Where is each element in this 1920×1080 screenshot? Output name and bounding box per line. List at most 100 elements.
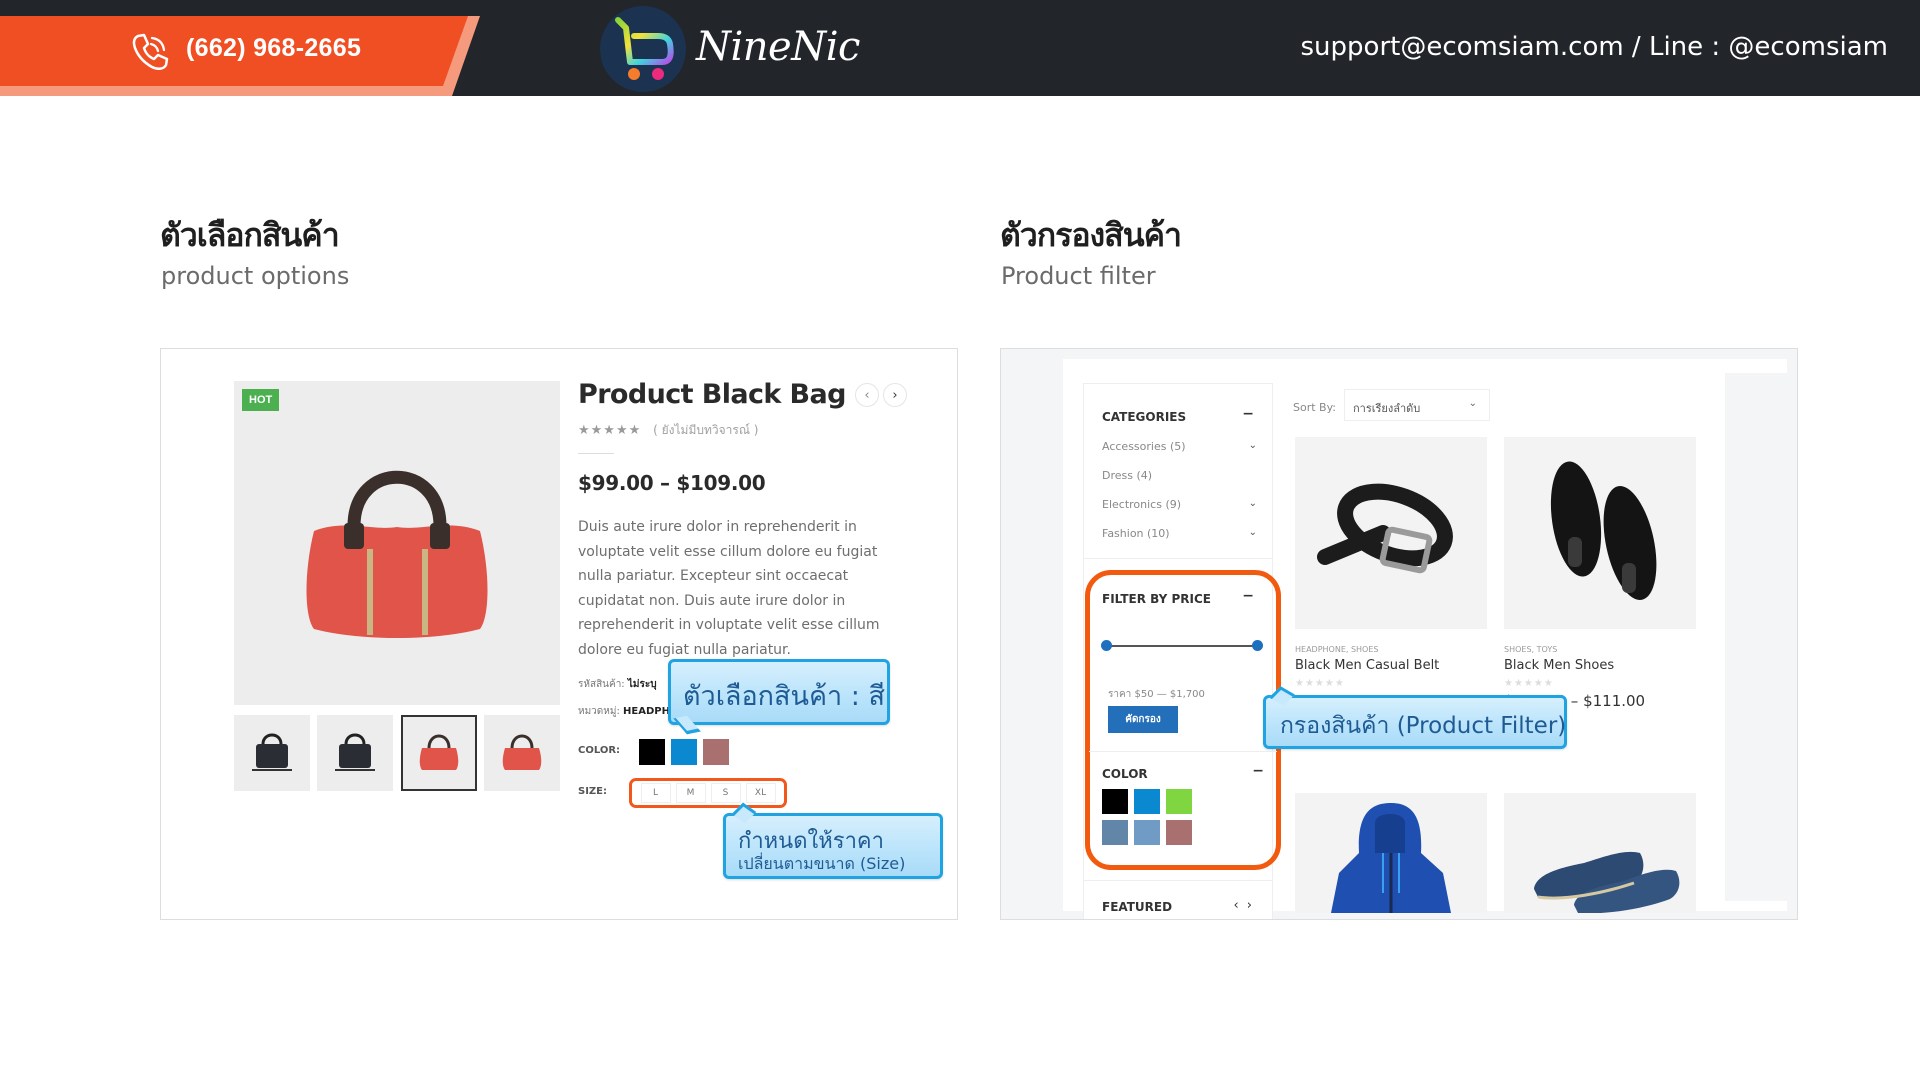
chevron-down-icon: ⌄ xyxy=(1468,398,1477,409)
product-price: $99.00 – $109.00 xyxy=(578,471,766,495)
hot-badge: HOT xyxy=(242,389,280,411)
callout-size-pricing: กำหนดให้ราคา เปลี่ยนตามขนาด (Size) xyxy=(723,802,943,879)
review-count[interactable]: ( ยังไม่มีบทวิจารณ์ ) xyxy=(653,423,758,437)
color-swatches xyxy=(639,739,729,765)
product-name[interactable]: Black Men Shoes xyxy=(1504,658,1696,673)
featured-nav-arrows[interactable]: ‹ › xyxy=(1233,898,1254,913)
callout-tail xyxy=(673,715,701,735)
cart-icon xyxy=(615,17,674,80)
star-rating-icon: ★★★★★ xyxy=(578,423,642,438)
section-subtitle-product-filter: Product filter xyxy=(1001,262,1156,290)
color-label: COLOR: xyxy=(578,745,621,756)
product-main-image[interactable]: HOT xyxy=(234,381,560,705)
section-title-product-options: ตัวเลือกสินค้า xyxy=(160,216,340,254)
phone-icon xyxy=(132,33,169,70)
filter-button[interactable]: คัดกรอง xyxy=(1108,706,1178,733)
size-options-highlight: L M S XL xyxy=(629,778,787,808)
size-option-s[interactable]: S xyxy=(710,783,741,803)
product-card-hoodie[interactable] xyxy=(1295,793,1487,913)
product-sku: รหัสสินค้า: ไม่ระบุ xyxy=(578,679,657,690)
product-options-screenshot: HOT Product Black Bag ‹ › ★★★★★ ( ยังไม่… xyxy=(160,348,958,920)
star-rating-icon: ★★★★★ xyxy=(1504,678,1554,689)
chevron-down-icon[interactable]: ⌄ xyxy=(1249,498,1257,509)
color-filter-rose[interactable] xyxy=(1166,820,1192,845)
color-filter-light-blue[interactable] xyxy=(1134,820,1160,845)
product-categories[interactable]: HEADPHONE, SHOES xyxy=(1295,645,1487,654)
chevron-down-icon[interactable]: ⌄ xyxy=(1249,527,1257,538)
section-title-product-filter: ตัวกรองสินค้า xyxy=(1000,216,1182,254)
size-option-xl[interactable]: XL xyxy=(745,783,776,803)
sort-dropdown[interactable]: การเรียงลำดับ ⌄ xyxy=(1344,389,1490,421)
product-name[interactable]: Black Men Casual Belt xyxy=(1295,658,1487,673)
filter-sidebar: CATEGORIES − Accessories (5) ⌄ Dress (4) … xyxy=(1083,383,1281,919)
category-fashion[interactable]: Fashion (10) ⌄ xyxy=(1102,527,1257,540)
callout-product-filter: กรองสินค้า (Product Filter) xyxy=(1263,686,1567,749)
divider xyxy=(578,453,614,454)
sort-label: Sort By: xyxy=(1293,401,1337,414)
red-handbag-image xyxy=(306,470,488,638)
size-option-l[interactable]: L xyxy=(640,783,671,803)
color-swatch-black[interactable] xyxy=(639,739,665,765)
product-filter-screenshot: CATEGORIES − Accessories (5) ⌄ Dress (4) … xyxy=(1000,348,1798,920)
site-logo[interactable]: NineNic xyxy=(600,6,880,92)
categories-heading: CATEGORIES xyxy=(1102,410,1187,424)
product-nav: ‹ › xyxy=(855,383,907,407)
thumbnail-black-bag-1[interactable] xyxy=(234,715,310,791)
contact-info: support@ecomsiam.com / Line : @ecomsiam xyxy=(1300,32,1889,62)
red-bag-icon xyxy=(419,734,458,770)
chevron-down-icon[interactable]: ⌄ xyxy=(1249,440,1257,451)
color-swatch-rose[interactable] xyxy=(703,739,729,765)
black-sneakers-image xyxy=(1550,461,1657,600)
shop-page: CATEGORIES − Accessories (5) ⌄ Dress (4) … xyxy=(1063,359,1787,919)
prev-product-button[interactable]: ‹ xyxy=(855,383,879,407)
divider xyxy=(1089,751,1277,752)
section-subtitle-product-options: product options xyxy=(161,262,350,290)
color-filter-green[interactable] xyxy=(1166,789,1192,814)
product-categories[interactable]: SHOES, TOYS xyxy=(1504,645,1696,654)
color-heading: COLOR xyxy=(1102,767,1148,781)
color-filter-steel-blue[interactable] xyxy=(1102,820,1128,845)
phone-number-link[interactable]: (662) 968-2665 xyxy=(186,34,361,63)
color-filter-black[interactable] xyxy=(1102,789,1128,814)
color-filter-swatches xyxy=(1102,789,1222,845)
product-image[interactable] xyxy=(1504,793,1696,913)
category-electronics[interactable]: Electronics (9) ⌄ xyxy=(1102,498,1257,511)
price-max-handle[interactable] xyxy=(1252,640,1263,651)
blue-dress-shoes-image xyxy=(1534,851,1680,913)
product-card-dress-shoes[interactable] xyxy=(1504,793,1696,913)
category-dress[interactable]: Dress (4) xyxy=(1102,469,1257,482)
thumbnail-red-bag[interactable] xyxy=(483,715,560,791)
size-label: SIZE: xyxy=(578,786,608,797)
divider xyxy=(1084,558,1272,559)
product-image[interactable] xyxy=(1295,793,1487,913)
product-description: Duis aute irure dolor in reprehenderit i… xyxy=(578,519,880,658)
collapse-color-icon[interactable]: − xyxy=(1252,763,1264,779)
black-bag-icon xyxy=(335,733,376,771)
category-accessories[interactable]: Accessories (5) ⌄ xyxy=(1102,440,1257,453)
featured-heading: FEATURED xyxy=(1102,900,1173,914)
size-option-m[interactable]: M xyxy=(675,783,706,803)
star-rating-icon: ★★★★★ xyxy=(1295,678,1345,689)
color-filter-blue[interactable] xyxy=(1134,789,1160,814)
next-product-button[interactable]: › xyxy=(883,383,907,407)
thumbnail-black-bag-2[interactable] xyxy=(317,715,394,791)
product-image[interactable] xyxy=(1504,437,1696,629)
logo-text: NineNic xyxy=(696,24,860,70)
color-swatch-blue[interactable] xyxy=(671,739,697,765)
price-min-handle[interactable] xyxy=(1101,640,1112,651)
callout-color-option: ตัวเลือกสินค้า : สี xyxy=(668,659,890,735)
product-title: Product Black Bag xyxy=(578,379,846,410)
page-margin xyxy=(1725,373,1789,901)
price-range-slider[interactable] xyxy=(1101,640,1263,651)
blue-hoodie-image xyxy=(1331,803,1451,913)
belt-image xyxy=(1317,483,1453,574)
thumbnail-strip xyxy=(234,715,560,791)
price-range-text: ราคา $50 — $1,700 xyxy=(1108,689,1205,700)
collapse-categories-icon[interactable]: − xyxy=(1242,406,1254,422)
product-image[interactable] xyxy=(1295,437,1487,629)
filter-highlight-box: ราคา $50 — $1,700 คัดกรอง COLOR − xyxy=(1085,570,1281,870)
top-bar: (662) 968-2665 NineNic support@ecomsiam.… xyxy=(0,0,1920,96)
product-rating: ★★★★★ ( ยังไม่มีบทวิจารณ์ ) xyxy=(578,421,758,440)
thumbnail-red-bag-active[interactable] xyxy=(400,715,477,791)
black-bag-icon xyxy=(252,733,292,771)
